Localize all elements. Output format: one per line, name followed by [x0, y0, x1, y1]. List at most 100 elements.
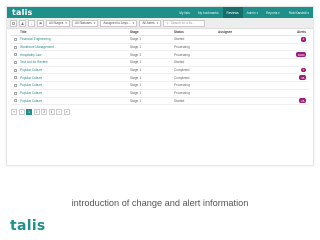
nav-item-my-lists[interactable]: My lists — [175, 7, 194, 18]
table-row[interactable]: Financial Engineering Stage 1 Started 2 — [11, 36, 309, 44]
filter-select-1[interactable]: All Stages ▾ — [46, 19, 70, 27]
table-body: Financial Engineering Stage 1 Started 2 Work… — [11, 36, 309, 106]
row-checkbox-cell — [11, 53, 20, 57]
slide-caption: introduction of change and alert informa… — [71, 198, 249, 208]
row-checkbox[interactable] — [14, 68, 17, 72]
row-checkbox[interactable] — [14, 37, 17, 41]
caret-down-icon: ▾ — [65, 21, 67, 25]
row-checkbox[interactable] — [14, 53, 17, 57]
user-menu[interactable]: Rob Karobdi ▾ — [284, 11, 313, 15]
row-checkbox-cell — [11, 91, 20, 95]
filter-select-2[interactable]: All Statuses ▾ — [71, 19, 99, 27]
row-stage: Stage 1 — [130, 68, 141, 73]
row-status: Started — [174, 60, 185, 65]
app-screenshot: talis My lists My bookmarks Reviews Admin ▾… — [6, 6, 314, 166]
download-icon[interactable]: ↓ — [28, 19, 35, 27]
header-status[interactable]: Status — [174, 30, 218, 34]
row-status: Started — [174, 37, 185, 42]
tag-icon[interactable]: ⚑ — [37, 19, 44, 27]
table-row[interactable]: Workforce Management Stage 1 Processing — [11, 44, 309, 52]
row-status: Processing — [174, 52, 190, 57]
row-checkbox[interactable] — [14, 60, 17, 64]
row-checkbox[interactable] — [14, 83, 17, 87]
table-row[interactable]: Popular Culture Stage 1 Completed 36 — [11, 74, 309, 83]
row-checkbox[interactable] — [14, 91, 17, 95]
checkbox-icon — [12, 21, 15, 25]
header-stage[interactable]: Stage — [130, 30, 174, 34]
row-status: Started — [174, 98, 185, 103]
row-alerts-cell: 7 — [282, 67, 309, 73]
row-title-link[interactable]: Workforce Management — [20, 45, 130, 49]
row-alerts-cell: 1000 — [282, 52, 309, 58]
row-title-link[interactable]: Popular Culture — [20, 99, 130, 103]
row-title-link[interactable]: Financial Engineering — [20, 37, 130, 41]
app-logo[interactable]: talis — [12, 8, 32, 17]
page-1-button[interactable]: 1 — [26, 109, 32, 116]
filter-select-3[interactable]: Assigned to Anyo... ▾ — [100, 19, 138, 27]
caret-down-icon: ▾ — [93, 21, 96, 25]
table-row[interactable]: Test List for Review Stage 1 Started — [11, 59, 309, 67]
row-checkbox[interactable] — [14, 99, 17, 103]
nav-item-reports[interactable]: Reports ▾ — [262, 7, 284, 18]
alert-badge[interactable]: 7 — [301, 67, 306, 73]
nav-item-admin[interactable]: Admin ▾ — [243, 7, 263, 18]
row-stage: Stage 1 — [130, 60, 141, 65]
alert-badge[interactable]: 36 — [299, 75, 306, 81]
header-alerts[interactable]: Alerts — [282, 30, 309, 34]
page-3-button[interactable]: 3 — [41, 109, 47, 116]
row-checkbox-cell — [11, 99, 20, 103]
caret-down-icon: ▾ — [156, 21, 159, 25]
row-checkbox[interactable] — [14, 76, 17, 80]
filter-label: All Stages — [49, 21, 64, 25]
row-checkbox-cell — [11, 83, 20, 87]
caret-down-icon: ▾ — [132, 21, 135, 25]
nav-item-my-bookmarks[interactable]: My bookmarks — [194, 7, 223, 18]
row-stage: Stage 1 — [130, 37, 141, 42]
nav-item-reviews[interactable]: Reviews — [222, 7, 243, 18]
row-checkbox-cell — [11, 60, 20, 64]
next-page-button[interactable]: › — [56, 109, 62, 116]
row-title-link[interactable]: Popular Culture — [20, 76, 130, 80]
prev-page-button[interactable]: ‹ — [18, 109, 25, 116]
reviews-table: Title Stage Status Assignee Alerts Finan… — [7, 29, 313, 106]
row-status: Completed — [174, 75, 190, 80]
header-title[interactable]: Title — [20, 30, 130, 34]
first-page-button[interactable]: « — [11, 109, 17, 116]
assign-user-icon[interactable]: ♟ — [19, 19, 26, 27]
row-title-link[interactable]: Popular Culture — [20, 83, 130, 87]
header-assignee[interactable]: Assignee — [218, 30, 282, 34]
row-checkbox-cell — [11, 76, 20, 80]
row-stage: Stage 1 — [130, 91, 141, 96]
search-input[interactable]: ⚲ Search for a lis... — [163, 19, 206, 27]
table-row[interactable]: Popular Culture Stage 1 Processing — [11, 82, 309, 90]
row-checkbox-cell — [11, 37, 20, 41]
last-page-button[interactable]: » — [63, 109, 70, 116]
filter-group: All Stages ▾ All Statuses ▾ Assigned to Anyo… — [46, 19, 162, 27]
pagination: «‹ 1 2 3 4 ›» — [7, 105, 313, 116]
alert-badge[interactable]: 2 — [301, 36, 306, 42]
page-4-button[interactable]: 4 — [48, 109, 55, 116]
row-stage: Stage 3 — [130, 52, 141, 57]
table-header: Title Stage Status Assignee Alerts — [11, 29, 309, 36]
alert-badge[interactable]: 26 — [299, 98, 306, 104]
select-all-checkbox[interactable] — [10, 19, 17, 27]
row-title-link[interactable]: Test List for Review — [20, 60, 130, 64]
row-title-link[interactable]: Popular Culture — [20, 91, 130, 95]
row-title-link[interactable]: Hospitality Law — [20, 53, 130, 57]
row-title-link[interactable]: Popular Culture — [20, 68, 130, 72]
table-row[interactable]: Popular Culture Stage 1 Completed 7 — [11, 67, 309, 75]
row-status: Processing — [174, 45, 190, 50]
row-stage: Stage 1 — [130, 75, 141, 80]
filter-select-4[interactable]: All Alerts ▾ — [139, 19, 162, 27]
table-row[interactable]: Popular Culture Stage 1 Started 26 — [11, 98, 309, 106]
page-2-button[interactable]: 2 — [33, 109, 40, 116]
row-checkbox[interactable] — [14, 45, 17, 49]
brand-logo: talis — [10, 218, 46, 234]
table-row[interactable]: Hospitality Law Stage 3 Processing 1000 — [11, 51, 309, 60]
search-icon: ⚲ — [166, 21, 169, 25]
top-nav-bar: talis My lists My bookmarks Reviews Admin ▾… — [7, 7, 313, 18]
table-row[interactable]: Popular Culture Stage 1 Processing — [11, 90, 309, 98]
filter-label: All Alerts — [142, 21, 155, 25]
alert-badge[interactable]: 1000 — [296, 52, 306, 58]
row-status: Completed — [174, 68, 190, 73]
